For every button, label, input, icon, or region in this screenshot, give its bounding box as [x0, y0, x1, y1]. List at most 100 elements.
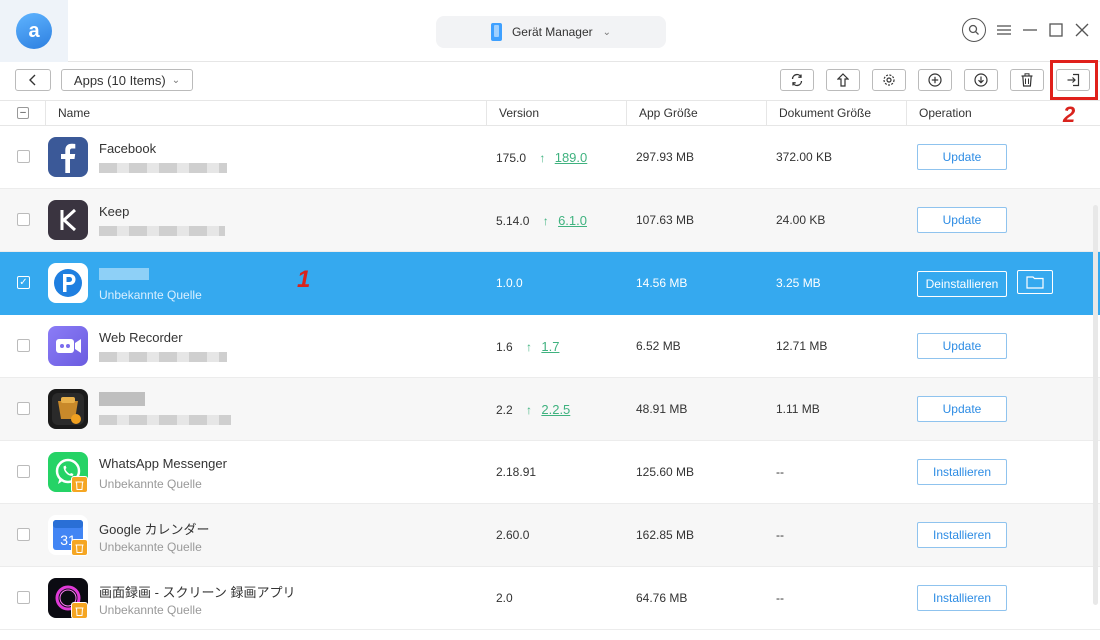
table-row[interactable]: 31 Google カレンダー Unbekannte Quelle 2.60.0…: [0, 504, 1100, 567]
arrow-up-icon: ↑: [526, 403, 533, 417]
table-row[interactable]: 画面録画 - スクリーン 録画アプリ Unbekannte Quelle 2.0…: [0, 567, 1100, 630]
highlight-box: [1050, 60, 1098, 100]
toolbar-actions: [780, 69, 1090, 91]
doc-size-cell: 12.71 MB: [776, 339, 828, 353]
export-to-device-button[interactable]: [826, 69, 860, 91]
install-button[interactable]: Installieren: [917, 585, 1007, 611]
refresh-button[interactable]: [780, 69, 814, 91]
table-row[interactable]: Keep 5.14.0 ↑ 6.1.0 107.63 MB 24.00 KB U…: [0, 189, 1100, 252]
arrow-up-icon: ↑: [539, 151, 546, 165]
close-icon[interactable]: [1074, 22, 1090, 38]
install-button[interactable]: Installieren: [917, 522, 1007, 548]
maximize-icon[interactable]: [1048, 22, 1064, 38]
chevron-down-icon: ⌄: [171, 74, 181, 86]
update-button[interactable]: Update: [917, 207, 1007, 233]
table-row[interactable]: Web Recorder 1.6 ↑ 1.7 6.52 MB 12.71 MB …: [0, 315, 1100, 378]
app-source: Unbekannte Quelle: [99, 603, 202, 617]
app-name: Web Recorder: [99, 330, 183, 345]
new-version-link[interactable]: 2.2.5: [541, 402, 570, 417]
row-checkbox[interactable]: [17, 402, 30, 415]
new-version-link[interactable]: 1.7: [541, 339, 559, 354]
version-cell: 2.60.0: [496, 528, 530, 542]
apps-category-dropdown[interactable]: Apps (10 Items) ⌄: [61, 69, 193, 91]
refresh-icon: [791, 73, 803, 87]
version-cell: 1.0.0: [496, 276, 523, 290]
minimize-icon[interactable]: [1022, 22, 1038, 38]
apps-category-label: Apps (10 Items): [73, 72, 166, 88]
app-name: Keep: [99, 204, 130, 219]
phone-icon: [490, 23, 502, 41]
column-header-version[interactable]: Version: [486, 101, 626, 126]
folder-icon: [1026, 276, 1044, 289]
app-size-cell: 48.91 MB: [636, 402, 688, 416]
keep-app-icon: [48, 200, 88, 240]
row-checkbox[interactable]: [17, 150, 30, 163]
row-checkbox[interactable]: [17, 591, 30, 604]
open-folder-button[interactable]: [1017, 270, 1053, 294]
redacted-app-name: [99, 268, 149, 280]
upload-arrow-icon: [837, 73, 849, 87]
doc-size-cell: 3.25 MB: [776, 276, 821, 290]
update-button[interactable]: Update: [917, 396, 1007, 422]
new-version-link[interactable]: 6.1.0: [558, 213, 587, 228]
redacted-text: [99, 163, 227, 173]
update-button[interactable]: Update: [917, 333, 1007, 359]
download-circle-icon: [974, 73, 988, 87]
app-logo[interactable]: a: [0, 0, 68, 62]
select-all-checkbox[interactable]: –: [17, 107, 29, 119]
back-button[interactable]: [15, 69, 51, 91]
checkmark-icon: ✓: [19, 277, 28, 288]
current-version: 5.14.0: [496, 214, 530, 228]
app-size-cell: 64.76 MB: [636, 591, 688, 605]
app-source: Unbekannte Quelle: [99, 477, 202, 491]
gear-icon: [883, 74, 895, 86]
chevron-down-icon: ⌄: [602, 26, 612, 38]
doc-size-cell: --: [776, 528, 784, 542]
version-cell: 2.2 ↑ 2.2.5: [496, 402, 570, 417]
uninstall-button[interactable]: Deinstallieren: [917, 271, 1007, 297]
column-header-app-size[interactable]: App Größe: [626, 101, 766, 126]
version-cell: 5.14.0 ↑ 6.1.0: [496, 213, 587, 228]
table-row[interactable]: Facebook 175.0 ↑ 189.0 297.93 MB 372.00 …: [0, 126, 1100, 189]
download-button[interactable]: [964, 69, 998, 91]
row-checkbox[interactable]: [17, 339, 30, 352]
add-button[interactable]: [918, 69, 952, 91]
table-header: – Name Version App Größe Dokument Größe …: [0, 101, 1100, 126]
install-button[interactable]: Installieren: [917, 459, 1007, 485]
arrow-up-icon: ↑: [526, 340, 533, 354]
row-checkbox-checked[interactable]: ✓: [17, 276, 30, 289]
toolbar: Apps (10 Items) ⌄: [0, 62, 1100, 101]
plus-circle-icon: [928, 73, 942, 87]
delete-badge-icon: [71, 476, 88, 493]
column-header-operation: Operation: [906, 101, 1100, 126]
delete-button[interactable]: [1010, 69, 1044, 91]
menu-icon[interactable]: [996, 22, 1012, 38]
row-checkbox[interactable]: [17, 465, 30, 478]
trash-icon: [1021, 73, 1033, 87]
new-version-link[interactable]: 189.0: [555, 150, 588, 165]
row-checkbox[interactable]: [17, 213, 30, 226]
doc-size-cell: 1.11 MB: [776, 402, 820, 416]
settings-button[interactable]: [872, 69, 906, 91]
update-button[interactable]: Update: [917, 144, 1007, 170]
device-manager-label: Gerät Manager: [511, 25, 593, 39]
column-header-doc-size[interactable]: Dokument Größe: [766, 101, 906, 126]
device-manager-dropdown[interactable]: Gerät Manager ⌄: [436, 16, 666, 48]
app-source: Unbekannte Quelle: [99, 540, 202, 554]
table-row[interactable]: 2.2 ↑ 2.2.5 48.91 MB 1.11 MB Update: [0, 378, 1100, 441]
app-name: Google カレンダー: [99, 522, 210, 537]
table-row-selected[interactable]: ✓ Unbekannte Quelle 1 1.0.0 14.56 MB 3.2…: [0, 252, 1100, 315]
app-list: Facebook 175.0 ↑ 189.0 297.93 MB 372.00 …: [0, 126, 1100, 630]
title-bar: a Gerät Manager ⌄: [0, 0, 1100, 62]
version-cell: 2.0: [496, 591, 513, 605]
vertical-scrollbar[interactable]: [1093, 205, 1098, 605]
redacted-text: [99, 415, 231, 425]
arrow-up-icon: ↑: [542, 214, 549, 228]
current-version: 1.6: [496, 340, 513, 354]
row-checkbox[interactable]: [17, 528, 30, 541]
search-icon[interactable]: [962, 18, 986, 42]
table-row[interactable]: WhatsApp Messenger Unbekannte Quelle 2.1…: [0, 441, 1100, 504]
current-version: 2.2: [496, 403, 513, 417]
redacted-text: [99, 352, 227, 362]
column-header-name[interactable]: Name: [45, 101, 486, 126]
